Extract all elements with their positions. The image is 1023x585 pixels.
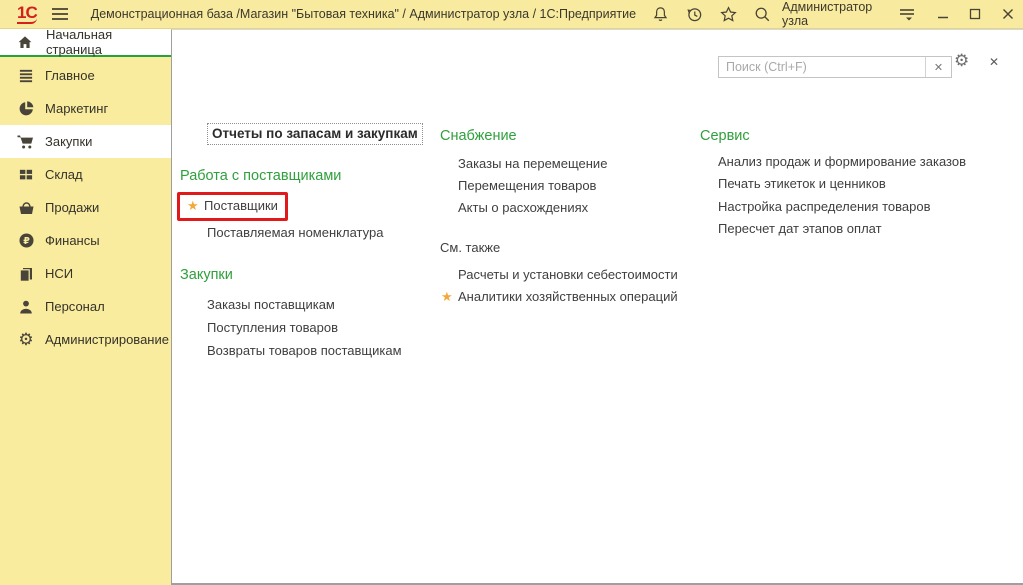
person-icon (16, 298, 36, 316)
sidebar-item-administrirovanie[interactable]: ⚙ Администрирование (0, 323, 171, 356)
link-peremeshcheniya-tovarov[interactable]: Перемещения товаров (440, 178, 696, 194)
favorite-star-icon[interactable]: ★ (441, 289, 458, 305)
pie-chart-icon (16, 100, 36, 118)
sidebar-item-label: Маркетинг (45, 101, 108, 116)
sidebar-item-label: Продажи (45, 200, 99, 215)
svg-text:₽: ₽ (23, 236, 30, 247)
reports-stock-purchases-link[interactable]: Отчеты по запасам и закупкам (207, 123, 423, 145)
favorites-star-icon[interactable] (719, 4, 738, 24)
panel-settings-gear-icon[interactable]: ⚙ (954, 52, 969, 69)
link-pechat-etiketok[interactable]: Печать этикеток и ценников (700, 176, 1023, 192)
warehouse-grid-icon (16, 166, 36, 184)
link-akty-o-raskhozhdeniyakh[interactable]: Акты о расхождениях (440, 200, 696, 216)
search-clear-icon[interactable]: ✕ (925, 57, 951, 77)
reference-books-icon (16, 265, 36, 283)
sidebar-item-label: Администрирование (45, 332, 169, 347)
home-page-label: Начальная страница (46, 27, 171, 57)
link-vozvraty-tovarov[interactable]: Возвраты товаров поставщикам (180, 343, 430, 359)
home-page-tab[interactable]: Начальная страница (0, 29, 171, 57)
basket-icon (16, 199, 36, 217)
starred-row: ★Аналитики хозяйственных операций (440, 289, 696, 305)
sidebar-item-personal[interactable]: Персонал (0, 290, 171, 323)
link-analiz-prodazh[interactable]: Анализ продаж и формирование заказов (700, 154, 1023, 170)
column-supply: Снабжение Заказы на перемещение Перемеще… (440, 128, 696, 305)
link-nastroyka-raspredeleniya[interactable]: Настройка распределения товаров (700, 199, 1023, 215)
sidebar-item-label: Финансы (45, 233, 100, 248)
panel-close-icon[interactable]: ✕ (989, 56, 999, 68)
titlebar-controls: Администратор узла (636, 0, 1023, 28)
sidebar-item-label: НСИ (45, 266, 73, 281)
link-raschety-sebestoimosti[interactable]: Расчеты и установки себестоимости (440, 267, 696, 283)
column-service: Сервис Анализ продаж и формирование зака… (700, 128, 1023, 237)
home-icon (15, 33, 35, 51)
link-postavlyaemaya-nomenklatura[interactable]: Поставляемая номенклатура (180, 225, 430, 241)
sections-panel: Начальная страница Главное Маркетинг Зак… (0, 29, 171, 585)
search-widget: ✕ (718, 56, 952, 78)
service-menu-icon[interactable] (898, 4, 916, 24)
global-search-icon[interactable] (753, 4, 772, 24)
link-postavshchiki[interactable]: Поставщики (204, 198, 278, 213)
main-section-icon (16, 67, 36, 85)
1c-logo-icon: 1С (17, 4, 37, 24)
sidebar-item-zakupki[interactable]: Закупки (0, 125, 171, 158)
favorite-star-icon[interactable]: ★ (187, 198, 204, 214)
notifications-bell-icon[interactable] (651, 4, 670, 24)
maximize-button[interactable] (966, 4, 983, 24)
red-highlight-annotation: ★Поставщики (177, 192, 288, 221)
see-also-label: См. также (440, 240, 696, 256)
user-menu[interactable]: Администратор узла (782, 0, 886, 28)
sidebar-item-marketing[interactable]: Маркетинг (0, 92, 171, 125)
functions-panel: ✕ ⚙ ✕ Отчеты по запасам и закупкам Работ… (171, 29, 1023, 585)
history-icon[interactable] (685, 4, 704, 24)
section-title-zakupki: Закупки (180, 267, 430, 284)
sidebar-item-label: Склад (45, 167, 83, 182)
shopping-cart-icon (16, 133, 36, 151)
sidebar-item-nsi[interactable]: НСИ (0, 257, 171, 290)
main-menu-icon[interactable] (51, 7, 69, 21)
section-title-snabzhenie: Снабжение (440, 128, 696, 145)
section-title-suppliers-work: Работа с поставщиками (180, 168, 430, 185)
title-bar: 1С Демонстрационная база /Магазин "Бытов… (0, 0, 1023, 29)
column-suppliers: Отчеты по запасам и закупкам Работа с по… (180, 123, 430, 359)
sidebar-item-label: Главное (45, 68, 95, 83)
sidebar-item-sklad[interactable]: Склад (0, 158, 171, 191)
sidebar-item-glavnoe[interactable]: Главное (0, 59, 171, 92)
gear-icon: ⚙ (16, 331, 36, 349)
sidebar-item-prodazhi[interactable]: Продажи (0, 191, 171, 224)
link-zakazy-postavshchikam[interactable]: Заказы поставщикам (180, 297, 430, 313)
window-title: Демонстрационная база /Магазин "Бытовая … (91, 7, 636, 21)
link-postupleniya-tovarov[interactable]: Поступления товаров (180, 320, 430, 336)
sidebar-item-finansy[interactable]: ₽ Финансы (0, 224, 171, 257)
highlighted-row: ★Поставщики (177, 192, 430, 221)
search-input[interactable] (719, 57, 925, 77)
section-title-servis: Сервис (700, 128, 1023, 145)
link-analitiki-operatsiy[interactable]: Аналитики хозяйственных операций (458, 289, 678, 304)
link-pereschet-dat[interactable]: Пересчет дат этапов оплат (700, 221, 1023, 237)
ruble-circle-icon: ₽ (16, 232, 36, 250)
link-zakazy-na-peremeshchenie[interactable]: Заказы на перемещение (440, 156, 696, 172)
sidebar-item-label: Персонал (45, 299, 105, 314)
sidebar-item-label: Закупки (45, 134, 92, 149)
minimize-button[interactable] (934, 4, 951, 24)
close-window-button[interactable] (999, 4, 1016, 24)
